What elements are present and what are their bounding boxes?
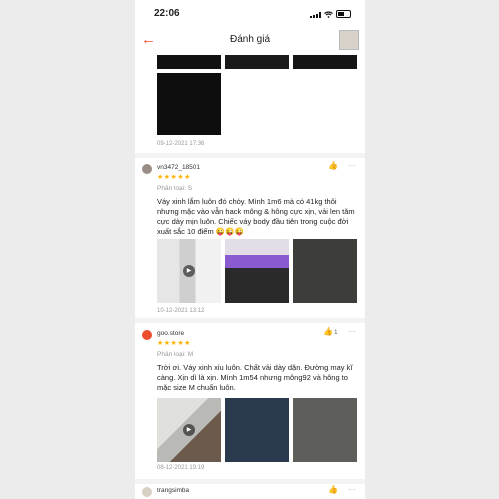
reviewer-name[interactable]: goo.store xyxy=(157,330,184,337)
review-text: Váy xinh lắm luôn đó chòy. Mình 1m6 mà c… xyxy=(157,197,355,236)
review-image[interactable] xyxy=(157,55,221,69)
review-video-thumbnail[interactable]: ▶ xyxy=(157,398,221,462)
divider xyxy=(135,318,365,323)
avatar[interactable] xyxy=(142,487,152,497)
product-thumbnail[interactable] xyxy=(339,30,359,50)
status-bar: 22:06 xyxy=(135,0,365,26)
wifi-icon xyxy=(324,11,333,18)
more-icon[interactable]: ··· xyxy=(348,161,356,170)
page-title: Đánh giá xyxy=(229,34,271,45)
like-icon[interactable]: 👍 xyxy=(323,327,333,336)
review-image[interactable] xyxy=(293,239,357,303)
variant-label: Phân loại: M xyxy=(157,351,194,358)
more-icon[interactable]: ··· xyxy=(348,485,356,494)
review-timestamp: 10-12-2021 13:12 xyxy=(157,308,205,314)
battery-icon xyxy=(336,10,351,18)
review-card: goo.store 👍 1 ··· ★★★★★ Phân loại: M Trờ… xyxy=(135,325,365,480)
avatar[interactable] xyxy=(142,164,152,174)
review-timestamp: 09-12-2021 17:36 xyxy=(157,141,205,147)
divider xyxy=(135,479,365,484)
review-timestamp: 08-12-2021 19:19 xyxy=(157,465,205,471)
app-header: ← Đánh giá xyxy=(135,28,365,52)
review-image[interactable] xyxy=(293,398,357,462)
play-icon[interactable]: ▶ xyxy=(183,424,195,436)
variant-label: Phân loại: S xyxy=(157,185,193,192)
star-rating: ★★★★★ xyxy=(157,174,191,181)
review-card: trangsimba 👍 ··· xyxy=(135,485,365,499)
like-icon[interactable]: 👍 xyxy=(328,161,338,170)
phone-screen: 22:06 ← Đánh giá 09-12-2021 17:36 vn3472… xyxy=(135,0,365,499)
status-time: 22:06 xyxy=(154,8,180,19)
like-count: 1 xyxy=(334,329,338,336)
reviewer-name[interactable]: trangsimba xyxy=(157,487,189,494)
play-icon[interactable]: ▶ xyxy=(183,265,195,277)
status-icons xyxy=(310,10,351,18)
review-image[interactable] xyxy=(157,73,221,135)
avatar[interactable] xyxy=(142,330,152,340)
review-card: vn3472_18501 👍 ··· ★★★★★ Phân loại: S Vá… xyxy=(135,158,365,323)
review-text: Trời ơi. Váy xinh xỉu luôn. Chất vải dày… xyxy=(157,363,353,392)
like-icon[interactable]: 👍 xyxy=(328,485,338,494)
signal-icon xyxy=(310,12,321,18)
review-image[interactable] xyxy=(293,55,357,69)
review-image[interactable] xyxy=(225,55,289,69)
more-icon[interactable]: ··· xyxy=(348,327,356,336)
review-image[interactable] xyxy=(225,398,289,462)
reviewer-name[interactable]: vn3472_18501 xyxy=(157,164,200,171)
review-video-thumbnail[interactable]: ▶ xyxy=(157,239,221,303)
star-rating: ★★★★★ xyxy=(157,340,191,347)
review-image[interactable] xyxy=(225,239,289,303)
